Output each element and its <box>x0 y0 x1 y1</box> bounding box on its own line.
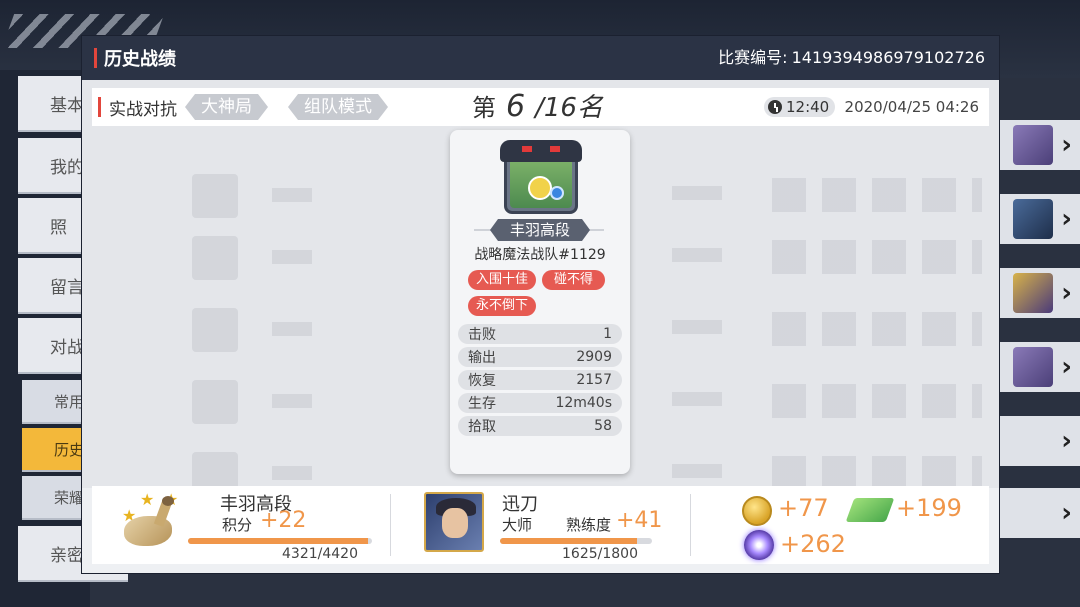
match-id: 比赛编号: 1419394986979102726 <box>718 36 985 80</box>
hero-name: 迅刀 <box>502 494 538 515</box>
duration-text: 12:40 <box>786 98 830 116</box>
rank-progress-fill <box>188 538 368 544</box>
coin-icon <box>742 496 772 526</box>
match-info-bar: 实战对抗 大神局 组队模式 第 6/16名 12:40 2020/04/25 04… <box>92 88 989 126</box>
tier-bird-icon: ★ ★ ★ <box>106 490 186 560</box>
hero-thumbnail-icon <box>1013 125 1054 165</box>
points-gain: +22 <box>260 508 307 533</box>
section-divider <box>390 494 391 556</box>
bg-nav-label: 我的 <box>50 157 84 178</box>
rank-progress-text: 4321/4420 <box>282 546 358 562</box>
coin-reward: +77 <box>778 494 829 522</box>
chevron-right-icon: › <box>1061 352 1072 382</box>
hero-rank: 大师 <box>502 516 533 534</box>
match-history-modal: 历史战绩 比赛编号: 1419394986979102726 实战对抗 大神局 组… <box>82 36 999 573</box>
hero-thumbnail-icon <box>1013 273 1054 313</box>
stat-label: 击败 <box>468 327 496 343</box>
rank-prefix: 第 <box>472 94 496 122</box>
bg-subnav-label: 常用 <box>54 392 85 411</box>
match-mode: 实战对抗 <box>109 99 177 120</box>
stat-value: 2909 <box>576 349 612 365</box>
crystal-icon <box>744 530 774 560</box>
bg-subnav-label: 历史 <box>54 440 85 459</box>
bg-history-row[interactable]: › <box>998 342 1080 392</box>
stat-value: 1 <box>603 326 612 342</box>
mastery-progress-bar <box>500 538 652 544</box>
team-name: 战略魔法战队#1129 <box>474 247 606 263</box>
crystal-reward: +262 <box>780 530 846 558</box>
section-divider <box>690 494 691 556</box>
match-id-value: 1419394986979102726 <box>791 48 985 67</box>
duration-badge: 12:40 <box>764 97 836 117</box>
chevron-right-icon: › <box>1061 426 1072 456</box>
placement-rank: 第 6/16名 <box>472 88 603 126</box>
ticket-icon <box>845 498 895 522</box>
stat-value: 12m40s <box>555 395 612 411</box>
tag-difficulty: 大神局 <box>185 94 268 120</box>
rank-total: /16名 <box>535 93 603 123</box>
chevron-right-icon: › <box>1061 278 1072 308</box>
bg-nav-label: 对战 <box>50 337 84 358</box>
hero-portrait <box>424 492 484 552</box>
bg-nav-label: 照 <box>50 217 67 238</box>
tag-team-mode: 组队模式 <box>288 94 388 120</box>
rank-progress-bar <box>188 538 372 544</box>
bg-subnav-label: 荣耀 <box>54 488 85 507</box>
stat-row-healing: 恢复 2157 <box>458 370 622 390</box>
clock-icon <box>768 100 782 114</box>
chevron-right-icon: › <box>1061 130 1072 160</box>
stat-label: 生存 <box>468 396 496 412</box>
stat-label: 拾取 <box>468 419 496 435</box>
stat-value: 2157 <box>576 372 612 388</box>
bg-nav-label: 留言 <box>50 277 84 298</box>
bg-nav-label: 基本 <box>50 95 84 116</box>
bg-history-row[interactable]: › <box>998 120 1080 170</box>
mastery-label: 熟练度 <box>566 516 612 534</box>
achievement-badge: 碰不得 <box>542 270 606 290</box>
achievement-badge: 入围十佳 <box>468 270 537 290</box>
bg-history-row[interactable]: › <box>998 268 1080 318</box>
title-accent-bar <box>94 48 97 68</box>
chevron-right-icon: › <box>1061 498 1072 528</box>
stat-row-damage: 输出 2909 <box>458 347 622 367</box>
hero-thumbnail-icon <box>1013 347 1054 387</box>
star-icon: ★ <box>140 490 155 509</box>
modal-title: 历史战绩 <box>104 49 176 70</box>
stat-label: 恢复 <box>468 373 496 389</box>
bg-nav-label: 亲密 <box>50 545 84 566</box>
points-label: 积分 <box>222 516 253 534</box>
rewards-bar: ★ ★ ★ 丰羽高段 积分 +22 4321/4420 迅刀 大师 熟练度 +4… <box>92 486 989 564</box>
ticket-reward: +199 <box>896 494 962 522</box>
modal-header: 历史战绩 比赛编号: 1419394986979102726 <box>82 36 999 80</box>
hero-thumbnail-icon <box>1013 199 1054 239</box>
tier-label: 丰羽高段 <box>490 219 590 241</box>
mastery-gain: +41 <box>616 508 663 533</box>
mastery-progress-text: 1625/1800 <box>562 546 638 562</box>
stat-row-pickup: 拾取 58 <box>458 416 622 436</box>
tier-plate: 丰羽高段 <box>474 219 606 241</box>
match-id-label: 比赛编号: <box>718 48 788 67</box>
match-datetime: 2020/04/25 04:26 <box>844 98 979 116</box>
stat-row-kills: 击败 1 <box>458 324 622 344</box>
stat-label: 输出 <box>468 350 496 366</box>
mastery-progress-fill <box>500 538 638 544</box>
info-accent-bar <box>98 97 101 117</box>
rank-number: 6 <box>506 89 526 124</box>
bg-history-row[interactable]: › <box>998 488 1080 538</box>
achievement-badge: 永不倒下 <box>468 296 537 316</box>
team-emblem-icon <box>500 140 582 218</box>
chevron-right-icon: › <box>1061 204 1072 234</box>
bg-history-row[interactable]: › <box>998 416 1080 466</box>
player-result-card: 丰羽高段 战略魔法战队#1129 入围十佳 碰不得 永不倒下 击败 1 输出 290… <box>450 130 630 474</box>
bg-history-row[interactable]: › <box>998 194 1080 244</box>
stat-value: 58 <box>594 418 612 434</box>
stat-row-survival: 生存 12m40s <box>458 393 622 413</box>
